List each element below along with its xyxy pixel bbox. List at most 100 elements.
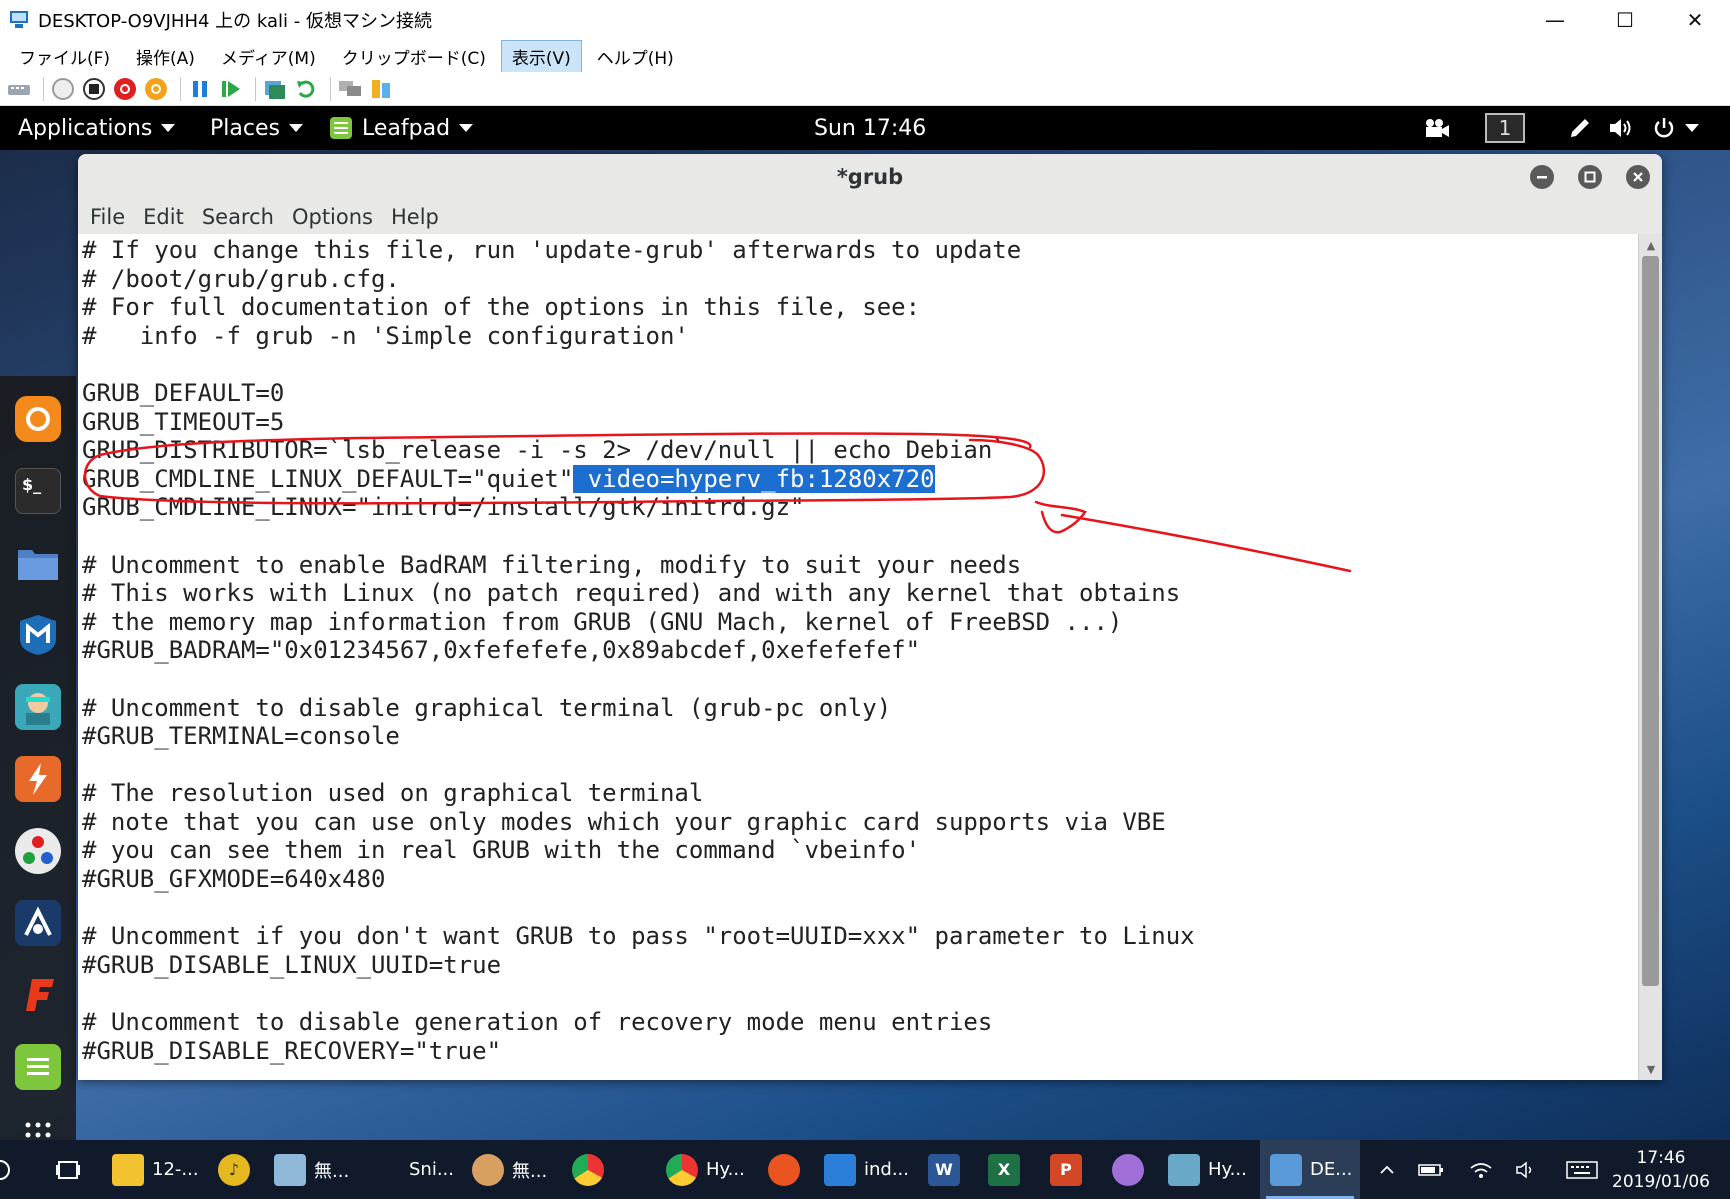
- app-menu-leafpad[interactable]: Leafpad: [330, 106, 474, 150]
- panel-clock[interactable]: Sun 17:46: [814, 106, 926, 150]
- places-menu[interactable]: Places: [210, 106, 303, 150]
- video-camera-icon[interactable]: [1424, 106, 1450, 150]
- code-line: GRUB_TIMEOUT=5: [82, 407, 285, 436]
- firefox-icon[interactable]: [15, 396, 61, 442]
- metasploit-icon[interactable]: [15, 612, 61, 658]
- vscode-icon: [824, 1153, 856, 1186]
- files-icon[interactable]: [15, 540, 61, 586]
- revert-icon[interactable]: [293, 76, 319, 102]
- snipping-tool-icon: [374, 1154, 401, 1186]
- enhanced-session-icon[interactable]: [337, 76, 363, 102]
- text-editor-area[interactable]: # If you change this file, run 'update-g…: [78, 234, 1638, 1080]
- leafpad-menu-file[interactable]: File: [82, 205, 133, 229]
- battery-icon[interactable]: [1416, 1140, 1446, 1199]
- code-line: # Uncomment to enable BadRAM filtering, …: [82, 550, 1022, 579]
- maximize-button[interactable]: ☐: [1590, 0, 1660, 40]
- keyboard-icon[interactable]: [1562, 1140, 1602, 1199]
- host-window-titlebar: DESKTOP-O9VJHH4 上の kali - 仮想マシン接続 — ☐ ✕: [0, 0, 1730, 40]
- vertical-scrollbar[interactable]: ▲ ▼: [1638, 234, 1662, 1080]
- close-button[interactable]: ✕: [1660, 0, 1730, 40]
- taskbar-item-vscode[interactable]: ind...: [824, 1140, 914, 1199]
- menu-help[interactable]: ヘルプ(H): [586, 40, 685, 73]
- power-icon[interactable]: [1652, 106, 1699, 150]
- minimize-button[interactable]: —: [1520, 0, 1590, 40]
- folder-icon: [112, 1153, 144, 1186]
- maltego-icon[interactable]: [15, 828, 61, 874]
- shutdown-icon[interactable]: [112, 76, 138, 102]
- leafpad-minimize-button[interactable]: [1530, 165, 1554, 189]
- resume-icon[interactable]: [218, 76, 244, 102]
- taskbar-item-hyperv[interactable]: Hy...: [1168, 1140, 1258, 1199]
- taskbar-clock[interactable]: 17:46 2019/01/06: [1606, 1146, 1716, 1194]
- vm-connect-icon: [1270, 1153, 1302, 1186]
- share-icon[interactable]: [368, 76, 394, 102]
- volume-icon[interactable]: [1608, 106, 1636, 150]
- terminal-icon[interactable]: $_: [15, 468, 61, 514]
- taskbar-item-paint[interactable]: 無...: [472, 1140, 562, 1199]
- taskbar-item-vm-connect[interactable]: DE...: [1260, 1140, 1360, 1199]
- leafpad-menu-help[interactable]: Help: [383, 205, 447, 229]
- armitage-icon[interactable]: [15, 684, 61, 730]
- taskbar-item-onenote[interactable]: [1112, 1140, 1152, 1199]
- code-line: # the memory map information from GRUB (…: [82, 607, 1123, 636]
- speaker-icon[interactable]: [1512, 1140, 1542, 1199]
- ctrl-alt-del-icon[interactable]: [6, 76, 32, 102]
- pen-icon[interactable]: [1568, 106, 1592, 150]
- scroll-down-arrow-icon[interactable]: ▼: [1639, 1060, 1662, 1078]
- faraday-icon[interactable]: [15, 972, 61, 1018]
- leafpad-menu-search[interactable]: Search: [194, 205, 282, 229]
- code-line: # /boot/grub/grub.cfg.: [82, 264, 400, 293]
- code-line: # Uncomment to disable graphical termina…: [82, 693, 892, 722]
- code-line: #GRUB_TERMINAL=console: [82, 722, 400, 751]
- host-window-title: DESKTOP-O9VJHH4 上の kali - 仮想マシン接続: [38, 11, 432, 32]
- taskbar-item-snipping[interactable]: Sni...: [374, 1140, 454, 1199]
- taskbar-item-ubuntu[interactable]: [768, 1140, 808, 1199]
- scroll-up-arrow-icon[interactable]: ▲: [1639, 236, 1662, 254]
- beef-icon[interactable]: [15, 900, 61, 946]
- show-hidden-icons-icon[interactable]: [1372, 1140, 1402, 1199]
- menu-clipboard[interactable]: クリップボード(C): [331, 40, 497, 73]
- wifi-icon[interactable]: [1466, 1140, 1496, 1199]
- taskbar-item-powerpoint[interactable]: P: [1050, 1140, 1090, 1199]
- leafpad-menu-edit[interactable]: Edit: [135, 205, 192, 229]
- selected-text[interactable]: video=hyperv_fb:1280x720: [573, 464, 935, 493]
- start-icon[interactable]: [50, 76, 76, 102]
- menu-view[interactable]: 表示(V): [500, 39, 582, 73]
- cmdline-default-text: GRUB_CMDLINE_LINUX_DEFAULT="quiet": [82, 464, 574, 493]
- start-button[interactable]: [0, 1140, 14, 1199]
- excel-icon: X: [988, 1153, 1020, 1186]
- menu-file[interactable]: ファイル(F): [8, 40, 121, 73]
- taskbar-item-chrome-2[interactable]: Hy...: [666, 1140, 756, 1199]
- taskbar-item-word[interactable]: W: [928, 1140, 968, 1199]
- code-line: GRUB_CMDLINE_LINUX="initrd=/install/gtk/…: [82, 493, 805, 522]
- vm-connect-icon: [8, 11, 30, 29]
- taskbar-item-explorer[interactable]: 12-...: [112, 1140, 202, 1199]
- leafpad-menu-options[interactable]: Options: [284, 205, 381, 229]
- leafpad-dock-icon[interactable]: [15, 1044, 61, 1090]
- turn-off-icon[interactable]: [81, 76, 107, 102]
- ubuntu-icon: [768, 1153, 800, 1186]
- guest-dock: $_: [0, 376, 76, 1140]
- taskbar-item-music[interactable]: ♪: [218, 1140, 258, 1199]
- burpsuite-icon[interactable]: [15, 756, 61, 802]
- taskbar-item-excel[interactable]: X: [988, 1140, 1028, 1199]
- leafpad-maximize-button[interactable]: [1578, 165, 1602, 189]
- pause-icon[interactable]: [187, 76, 213, 102]
- workspace-indicator[interactable]: 1: [1485, 106, 1525, 150]
- save-state-icon[interactable]: [143, 76, 169, 102]
- scrollbar-thumb[interactable]: [1642, 256, 1659, 986]
- applications-menu[interactable]: Applications: [18, 106, 176, 150]
- code-line-cmdline-default: GRUB_CMDLINE_LINUX_DEFAULT="quiet" video…: [82, 464, 1638, 494]
- taskbar-item-notepad[interactable]: 無...: [274, 1140, 364, 1199]
- leafpad-close-button[interactable]: [1626, 165, 1650, 189]
- code-line: # you can see them in real GRUB with the…: [82, 836, 921, 865]
- menu-media[interactable]: メディア(M): [210, 40, 327, 73]
- task-view-icon[interactable]: [48, 1140, 88, 1199]
- menu-action[interactable]: 操作(A): [125, 40, 206, 73]
- show-apps-icon[interactable]: [15, 1116, 61, 1140]
- checkpoint-icon[interactable]: [262, 76, 288, 102]
- taskbar-item-chrome-1[interactable]: [572, 1140, 652, 1199]
- powerpoint-icon: P: [1050, 1153, 1082, 1186]
